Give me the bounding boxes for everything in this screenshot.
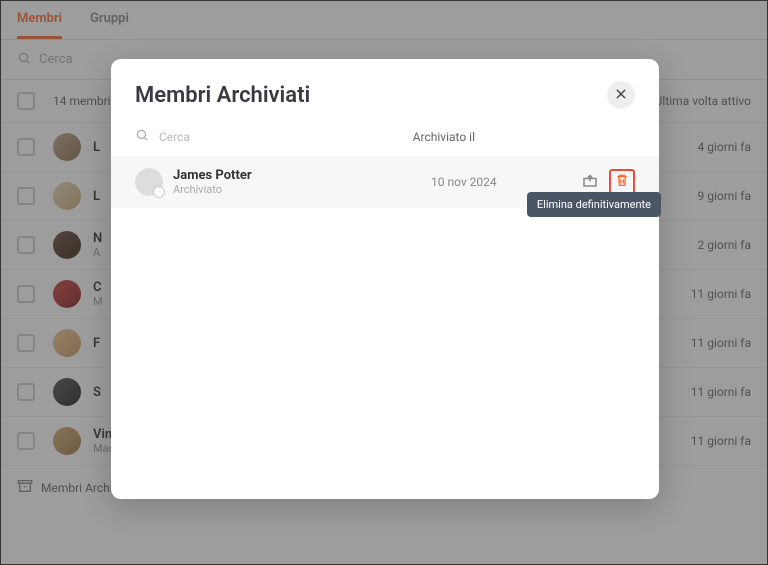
search-icon (135, 127, 149, 146)
modal-search-row: Archiviato il (135, 109, 635, 156)
close-button[interactable] (607, 81, 635, 109)
close-icon (614, 86, 628, 105)
unarchive-button[interactable] (581, 171, 599, 193)
archived-date: 10 nov 2024 (431, 175, 581, 189)
delete-tooltip: Elimina definitivamente (527, 192, 661, 217)
archived-status: Archiviato (173, 183, 431, 196)
column-archived-on: Archiviato il (413, 130, 475, 144)
trash-icon (614, 172, 630, 192)
archived-member-name: James Potter (173, 168, 431, 183)
avatar (135, 168, 163, 196)
modal-title: Membri Archiviati (135, 83, 310, 108)
modal-search-input[interactable] (159, 130, 403, 144)
archived-row[interactable]: James Potter Archiviato 10 nov 2024 Elim… (111, 156, 659, 208)
archived-members-modal: Membri Archiviati Archiviato il James Po… (111, 59, 659, 499)
